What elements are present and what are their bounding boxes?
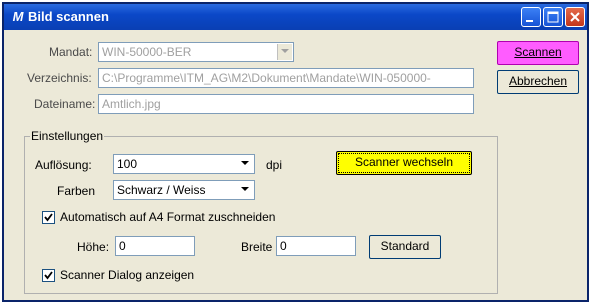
farben-label: Farben	[57, 184, 96, 198]
dateiname-label: Dateiname:	[34, 97, 96, 111]
app-logo-icon: M	[12, 9, 24, 24]
mandat-value: WIN-50000-BER	[102, 45, 192, 59]
hoehe-field[interactable]: 0	[115, 236, 195, 256]
farben-value: Schwarz / Weiss	[117, 183, 206, 197]
farben-dropdown-button[interactable]	[238, 182, 253, 198]
auto-a4-label: Automatisch auf A4 Format zuschneiden	[60, 210, 276, 224]
breite-field[interactable]: 0	[276, 236, 356, 256]
minimize-icon	[526, 20, 533, 22]
bild-scannen-dialog: M Bild scannen Mandat: WIN-50000-BER Ver…	[2, 2, 589, 302]
scanner-wechseln-button[interactable]: Scanner wechseln	[336, 151, 472, 175]
minimize-button[interactable]	[521, 7, 541, 27]
title-bar[interactable]: M Bild scannen	[4, 4, 587, 30]
standard-button[interactable]: Standard	[369, 235, 441, 259]
dateiname-field[interactable]: Amtlich.jpg	[98, 94, 474, 114]
aufloesung-combobox[interactable]: 100	[113, 154, 255, 174]
auto-a4-checkbox[interactable]	[42, 211, 55, 224]
farben-combobox[interactable]: Schwarz / Weiss	[113, 180, 255, 200]
chevron-down-icon	[241, 161, 249, 165]
aufloesung-value: 100	[117, 157, 138, 171]
close-button[interactable]	[565, 7, 585, 27]
checkmark-icon	[44, 271, 53, 280]
aufloesung-label: Auflösung:	[35, 158, 92, 172]
abbrechen-button[interactable]: Abbrechen	[497, 70, 579, 94]
scanner-dialog-checkbox[interactable]	[42, 269, 55, 282]
hoehe-label: Höhe:	[77, 240, 110, 254]
verzeichnis-label: Verzeichnis:	[27, 71, 92, 85]
mandat-dropdown-button[interactable]	[277, 44, 292, 60]
chevron-down-icon	[241, 187, 249, 191]
scannen-button[interactable]: Scannen	[497, 41, 579, 65]
scanner-dialog-label: Scanner Dialog anzeigen	[60, 268, 195, 282]
dpi-unit-label: dpi	[266, 158, 283, 172]
mandat-combobox[interactable]: WIN-50000-BER	[98, 42, 294, 62]
scanner-wechseln-label: Scanner wechseln	[354, 155, 454, 169]
close-icon	[570, 12, 580, 22]
chevron-down-icon	[281, 49, 289, 53]
standard-button-label: Standard	[380, 239, 430, 253]
scannen-button-label: Scannen	[514, 45, 562, 59]
checkmark-icon	[44, 213, 53, 222]
abbrechen-button-label: Abbrechen	[508, 74, 568, 88]
mandat-label: Mandat:	[49, 45, 93, 59]
maximize-icon	[547, 11, 559, 23]
aufloesung-dropdown-button[interactable]	[238, 156, 253, 172]
verzeichnis-field[interactable]: C:\Programme\ITM_AG\M2\Dokument\Mandate\…	[98, 68, 474, 88]
breite-label: Breite	[241, 240, 273, 254]
maximize-button[interactable]	[543, 7, 563, 27]
window-title: Bild scannen	[28, 9, 109, 24]
einstellungen-title: Einstellungen	[30, 129, 105, 143]
